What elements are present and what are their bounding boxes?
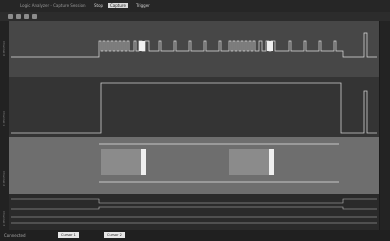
toolbar <box>0 12 390 21</box>
track-label-column: Channel 0 Channel 1 Channel 2 Channel 3 <box>0 21 9 230</box>
status-text: Connected <box>4 233 26 238</box>
track-label: Channel 2 <box>2 171 6 187</box>
status-bar: Connected Cursor 1 Cursor 2 <box>0 230 390 241</box>
cursor-2-button[interactable]: Cursor 2 <box>104 232 125 238</box>
zoom-in-icon[interactable] <box>24 14 29 19</box>
signal-burst <box>267 41 273 51</box>
menu-item-stop[interactable]: Stop <box>94 3 103 8</box>
play-icon[interactable] <box>8 14 13 19</box>
pause-icon[interactable] <box>16 14 21 19</box>
scrollbar[interactable] <box>380 21 390 230</box>
signal-burst <box>141 149 146 175</box>
track-1-bg <box>9 21 379 77</box>
cursor-1-button[interactable]: Cursor 1 <box>58 232 79 238</box>
zoom-out-icon[interactable] <box>32 14 37 19</box>
menu-item-capture[interactable]: Capture <box>108 3 128 8</box>
title-bar: Logic Analyzer - Capture Session Stop Ca… <box>0 0 390 12</box>
track-3-bg <box>9 137 379 194</box>
track-label: Channel 3 <box>2 211 6 227</box>
track-2-bg <box>9 77 379 137</box>
window-title: Logic Analyzer - Capture Session <box>20 3 86 8</box>
waveform-area[interactable] <box>9 21 379 230</box>
track-label: Channel 0 <box>2 41 6 57</box>
signal-burst <box>269 149 274 175</box>
track-label: Channel 1 <box>2 111 6 127</box>
track-4-bg <box>9 194 379 230</box>
signal-burst <box>139 41 145 51</box>
menu-item-trigger[interactable]: Trigger <box>136 3 150 8</box>
